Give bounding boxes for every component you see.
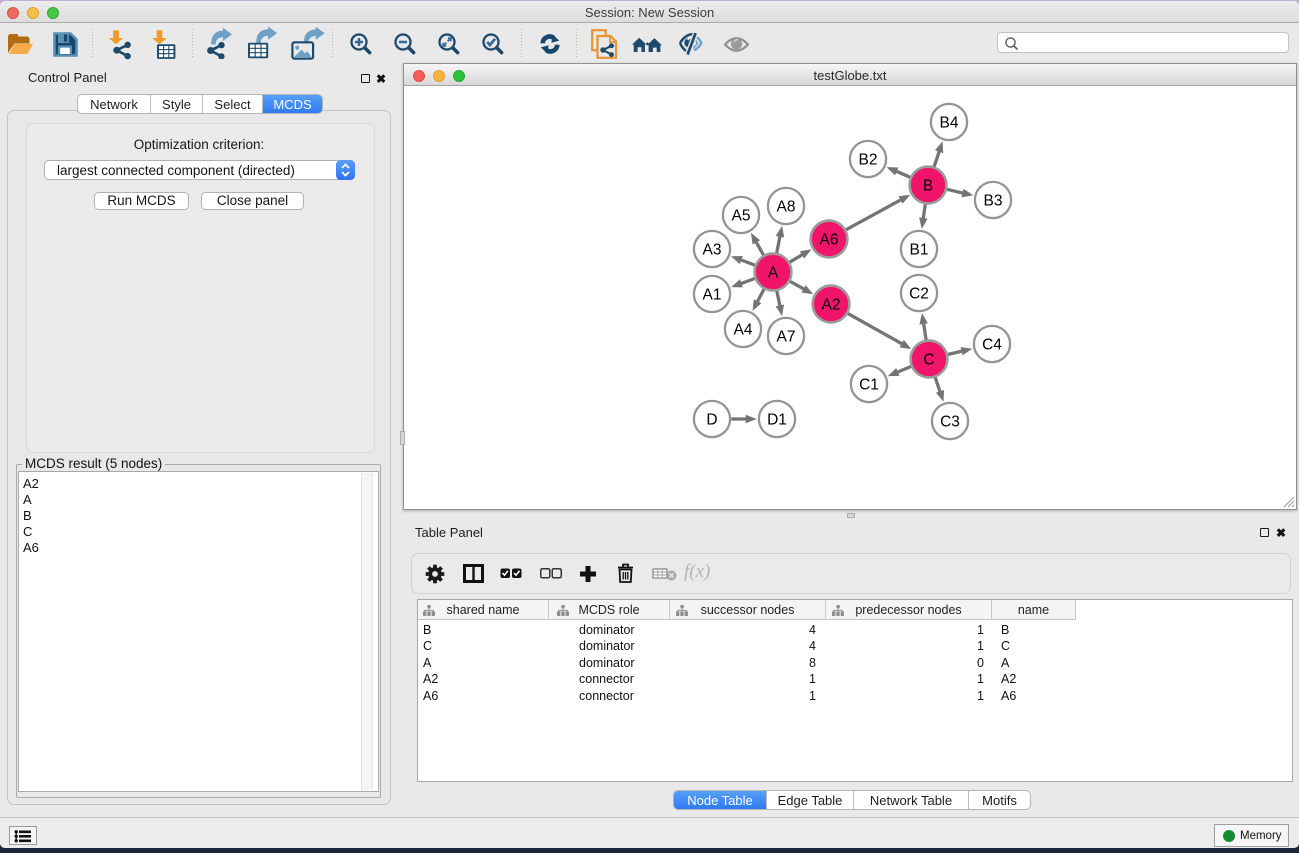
svg-text:B1: B1 bbox=[910, 242, 929, 259]
svg-text:C4: C4 bbox=[982, 337, 1002, 354]
svg-text:A5: A5 bbox=[732, 208, 751, 225]
svg-text:C1: C1 bbox=[859, 377, 879, 394]
svg-text:C3: C3 bbox=[940, 414, 960, 431]
svg-text:C: C bbox=[923, 352, 934, 369]
svg-text:A7: A7 bbox=[777, 329, 796, 346]
svg-text:A4: A4 bbox=[734, 322, 753, 339]
svg-text:B3: B3 bbox=[984, 193, 1003, 210]
svg-text:A: A bbox=[768, 265, 779, 282]
svg-text:D: D bbox=[706, 412, 717, 429]
svg-text:A3: A3 bbox=[703, 242, 722, 259]
svg-text:A6: A6 bbox=[820, 232, 839, 249]
svg-text:B2: B2 bbox=[859, 152, 878, 169]
svg-text:A2: A2 bbox=[822, 297, 841, 314]
svg-text:C2: C2 bbox=[909, 286, 929, 303]
svg-text:A1: A1 bbox=[703, 287, 722, 304]
svg-text:B4: B4 bbox=[940, 115, 959, 132]
svg-text:D1: D1 bbox=[767, 412, 787, 429]
svg-text:A8: A8 bbox=[777, 199, 796, 216]
svg-text:B: B bbox=[923, 178, 933, 195]
